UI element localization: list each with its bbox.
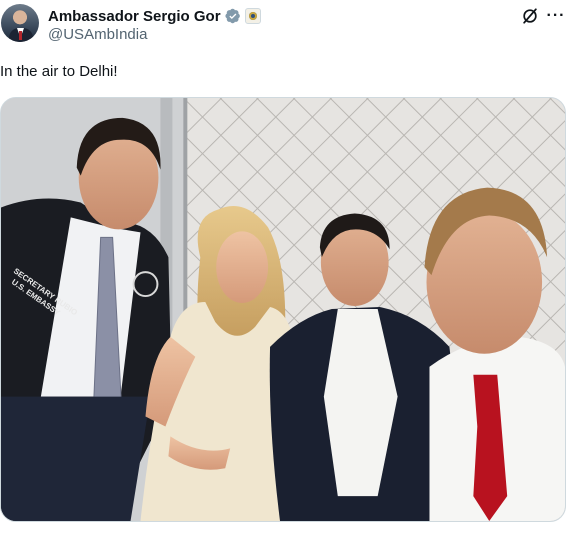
more-options-icon[interactable]: ··· xyxy=(544,5,568,27)
photo-illustration: SECRETARY RUBIO U.S. EMBASSY xyxy=(1,98,565,521)
tweet-card: Ambassador Sergio Gor @USAmbIndia ··· In… xyxy=(0,0,571,537)
author-display-name[interactable]: Ambassador Sergio Gor xyxy=(48,8,221,25)
verified-badge-icon[interactable] xyxy=(224,8,241,24)
tweet-photo[interactable]: SECRETARY RUBIO U.S. EMBASSY xyxy=(0,97,566,522)
tweet-text: In the air to Delhi! xyxy=(0,63,118,80)
author-avatar[interactable] xyxy=(1,4,39,42)
government-seal-icon[interactable] xyxy=(244,8,261,24)
author-handle[interactable]: @USAmbIndia xyxy=(48,26,147,43)
avatar-tie xyxy=(19,31,22,40)
author-name-row: Ambassador Sergio Gor xyxy=(48,6,261,26)
grok-icon[interactable] xyxy=(519,5,541,27)
